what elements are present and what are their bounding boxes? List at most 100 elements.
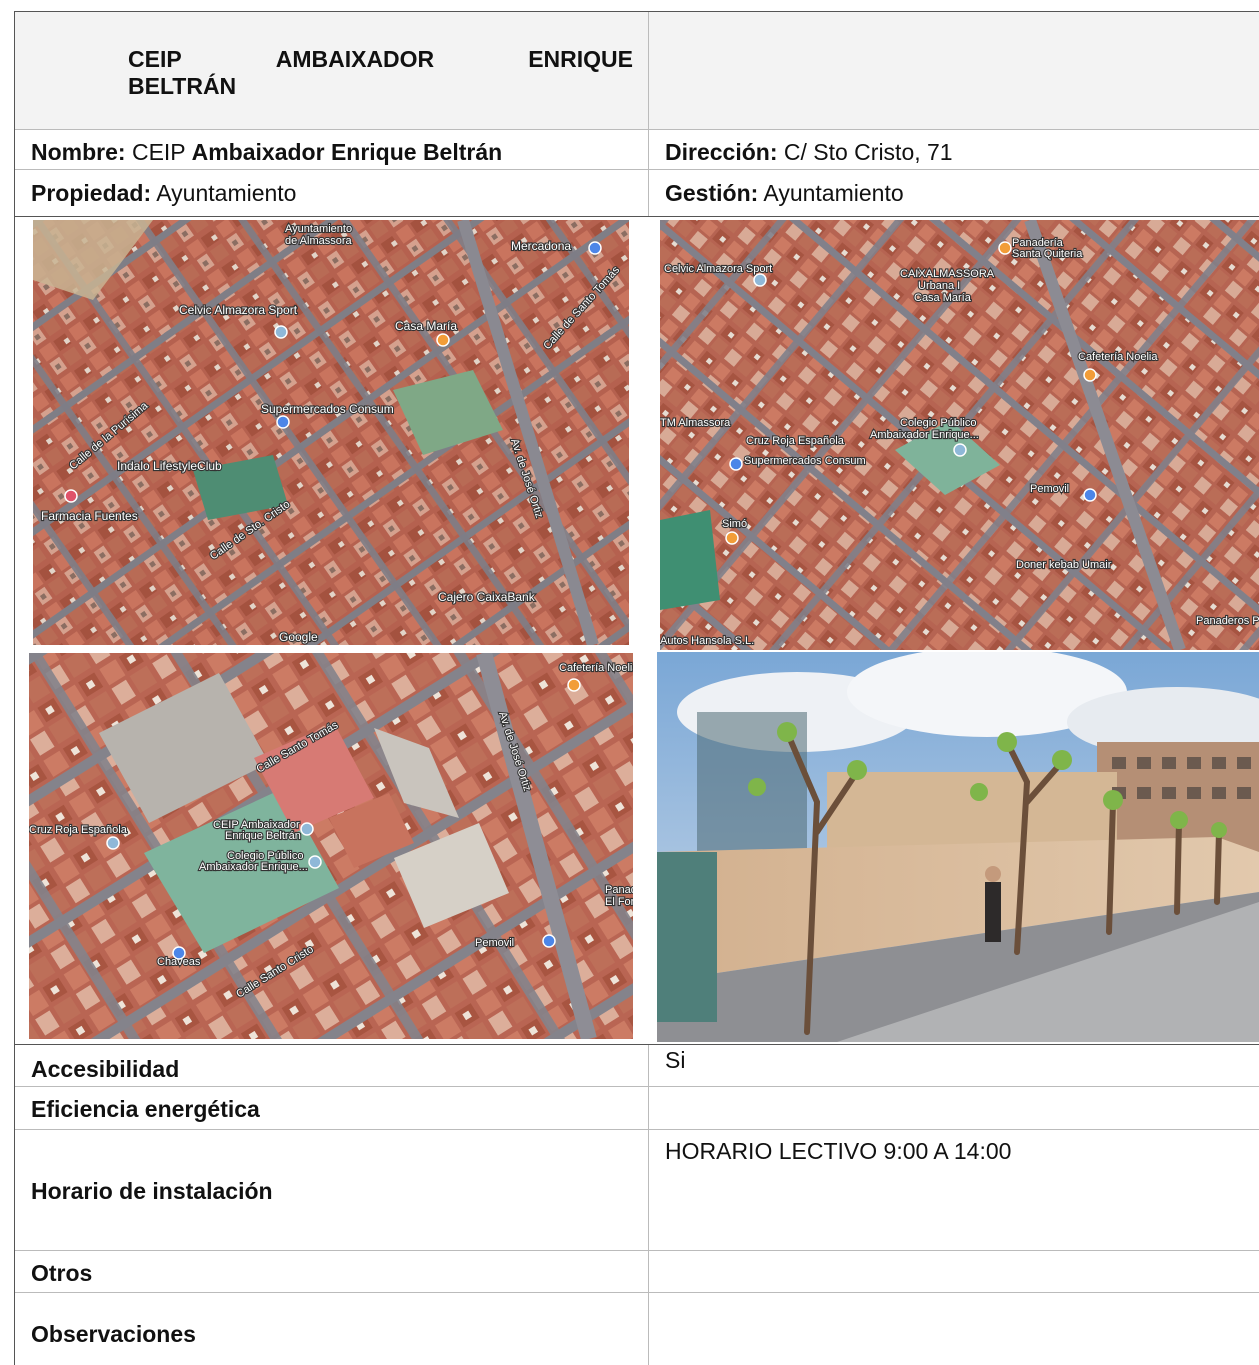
map-label: Simó: [722, 518, 747, 530]
direccion-value: C/ Sto Cristo, 71: [783, 139, 953, 165]
facility-sheet: CEIP AMBAIXADOR ENRIQUE BELTRÁN Nombre: …: [14, 11, 1259, 1365]
title-word: AMBAIXADOR: [275, 46, 435, 72]
map-label: Mercadona: [511, 239, 571, 253]
map-label: Cruz Roja Española: [29, 824, 128, 836]
map-label: Cafetería Noelia: [559, 662, 633, 674]
google-logo: Google: [279, 630, 318, 644]
map-pin-icon: [1083, 488, 1097, 502]
map-label: Supermercados Consum: [744, 455, 866, 467]
map-label: El Forn: [605, 896, 633, 908]
map-label: Santa Quiteria: [1012, 248, 1083, 260]
accesibilidad-row: Accesibilidad Si: [15, 1044, 1259, 1087]
map-label: CAIXALMASSORA: [900, 268, 995, 280]
map-label: Colegio Público: [900, 417, 976, 429]
map-label: Cruz Roja Española: [746, 435, 845, 447]
direccion-label: Dirección:: [665, 139, 778, 165]
map-label: Panad: [605, 884, 633, 896]
aerial-map-2: Celvic Almazora Sport CAIXALMASSORA Urba…: [660, 220, 1259, 650]
photo-cell: [649, 651, 1259, 1044]
header-empty-cell: [649, 12, 1259, 129]
map-pin-icon: [753, 273, 767, 287]
map-label: Casa María: [395, 319, 457, 333]
images-row-2: Cafetería Noelia CEIP Ambaixador Enrique…: [15, 651, 1259, 1044]
map-pin-icon: [172, 946, 186, 960]
propiedad-row: Propiedad: Ayuntamiento Gestión: Ayuntam…: [15, 170, 1259, 217]
map-label: Celvic Almazora Sport: [664, 263, 772, 275]
map-pin-icon: [953, 443, 967, 457]
gestion-label: Gestión:: [665, 180, 759, 206]
map-label: Farmacia Fuentes: [41, 509, 138, 523]
horario-label-cell: Horario de instalación: [15, 1130, 649, 1250]
map-label: Casa María: [914, 292, 972, 304]
map-cell-2: Celvic Almazora Sport CAIXALMASSORA Urba…: [649, 217, 1259, 651]
propiedad-value: Ayuntamiento: [156, 180, 297, 206]
observaciones-value-cell: [649, 1293, 1259, 1365]
map-pin-icon: [567, 678, 581, 692]
map-pin-icon: [729, 457, 743, 471]
map-pin-icon: [300, 822, 314, 836]
map-pin-icon: [106, 836, 120, 850]
horario-row: Horario de instalación HORARIO LECTIVO 9…: [15, 1130, 1259, 1251]
map-label: Ambaixador Enrique...: [870, 429, 979, 441]
map-pin-icon: [276, 415, 290, 429]
otros-label-cell: Otros: [15, 1251, 649, 1292]
header-title-cell: CEIP AMBAIXADOR ENRIQUE BELTRÁN: [15, 12, 649, 129]
gestion-value: Ayuntamiento: [763, 180, 904, 206]
map-label: Cajero CaixaBank: [438, 590, 536, 604]
map-label: Autos Hansola S.L.: [660, 635, 754, 647]
map-pin-icon: [725, 531, 739, 545]
gestion-cell: Gestión: Ayuntamiento: [649, 170, 1259, 216]
map-pin-icon: [542, 934, 556, 948]
map-pin-icon: [308, 855, 322, 869]
map-cell-3: Cafetería Noelia CEIP Ambaixador Enrique…: [15, 651, 649, 1044]
direccion-cell: Dirección: C/ Sto Cristo, 71: [649, 130, 1259, 169]
propiedad-cell: Propiedad: Ayuntamiento: [15, 170, 649, 216]
images-row-1: Ayuntamiento de Almassora Mercadona Celv…: [15, 217, 1259, 651]
map-pin-icon: [1083, 368, 1097, 382]
horario-value-cell: HORARIO LECTIVO 9:00 A 14:00: [649, 1130, 1259, 1250]
header-row: CEIP AMBAIXADOR ENRIQUE BELTRÁN: [15, 12, 1259, 130]
accesibilidad-label-cell: Accesibilidad: [15, 1045, 649, 1086]
eficiencia-value-cell: [649, 1087, 1259, 1129]
nombre-prefix: CEIP: [131, 139, 186, 165]
title-word: CEIP: [128, 46, 182, 72]
nombre-value: Ambaixador Enrique Beltrán: [191, 139, 503, 165]
map-label: Doner kebab Umair: [1016, 559, 1112, 571]
street-view-photo: [657, 652, 1259, 1042]
school-title: CEIP AMBAIXADOR ENRIQUE BELTRÁN: [128, 46, 633, 100]
eficiencia-label: Eficiencia energética: [31, 1096, 260, 1122]
map-label: Enrique Beltrán: [225, 830, 301, 842]
map-label: de Almassora: [285, 235, 353, 247]
eficiencia-label-cell: Eficiencia energética: [15, 1087, 649, 1129]
title-word: ENRIQUE: [528, 46, 633, 72]
aerial-map-3: Cafetería Noelia CEIP Ambaixador Enrique…: [29, 653, 633, 1039]
map-label: Indalo LifestyleClub: [117, 459, 222, 473]
eficiencia-row: Eficiencia energética: [15, 1087, 1259, 1130]
title-line-2: BELTRÁN: [128, 73, 237, 99]
otros-value-cell: [649, 1251, 1259, 1292]
map-label: Ambaixador Enrique...: [199, 861, 308, 873]
nombre-cell: Nombre: CEIP Ambaixador Enrique Beltrán: [15, 130, 649, 169]
observaciones-label-cell: Observaciones: [15, 1293, 649, 1365]
observaciones-label: Observaciones: [31, 1321, 196, 1347]
map-label: Panaderos Pastelero M: [1196, 615, 1259, 627]
propiedad-label: Propiedad:: [31, 180, 152, 206]
map-pin-icon: [998, 241, 1012, 255]
map-label: Pemovil: [1030, 483, 1069, 495]
map-label: Urbana I: [918, 280, 960, 292]
horario-label: Horario de instalación: [31, 1178, 273, 1204]
otros-row: Otros: [15, 1251, 1259, 1293]
accesibilidad-value-cell: Si: [649, 1045, 1259, 1086]
map-pin-icon: [274, 325, 288, 339]
map-label: Ayuntamiento: [285, 223, 352, 235]
map-cell-1: Ayuntamiento de Almassora Mercadona Celv…: [15, 217, 649, 651]
map-pin-icon: [588, 241, 602, 255]
horario-value: HORARIO LECTIVO 9:00 A 14:00: [665, 1138, 1012, 1164]
map-label: Cafetería Noelia: [1078, 351, 1158, 363]
map-label: Celvic Almazora Sport: [179, 303, 298, 317]
observaciones-row: Observaciones: [15, 1293, 1259, 1365]
map-pin-icon: [436, 333, 450, 347]
map-label: TM Almassora: [660, 417, 731, 429]
aerial-map-1: Ayuntamiento de Almassora Mercadona Celv…: [33, 220, 629, 645]
otros-label: Otros: [31, 1260, 93, 1286]
